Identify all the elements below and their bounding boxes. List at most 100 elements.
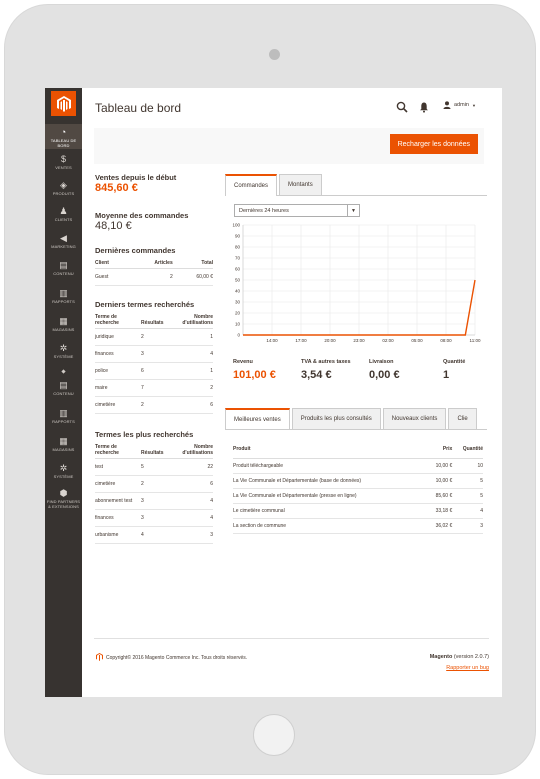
total-quantity: Quantité 1 [443,359,466,381]
bar-chart-icon: ▥ [59,288,68,298]
tablet-frame: ◔ TABLEAU DE BORD $ VENTES ◈ PRODUITS ♟ … [4,4,536,775]
tab-bestsellers[interactable]: Meilleures ventes [225,408,290,429]
bestsellers-table: Produit Prix Quantité Produit télécharge… [233,444,483,534]
box-icon: ⬢ [59,488,68,498]
sidebar-item-stores-2[interactable]: ▦ MAGASINS [45,436,82,452]
bell-icon[interactable] [419,101,429,113]
last-search-title: Derniers termes recherchés [95,300,195,309]
table-row[interactable]: urbanisme 4 3 [95,526,213,544]
version-info: Magento (version 2.0.7) [430,654,489,660]
table-row[interactable]: finances 3 4 [95,509,213,527]
period-select[interactable]: Dernières 24 heures ▼ [234,204,360,217]
page-title: Tableau de bord [95,101,182,115]
chevron-down-icon: ▼ [347,205,359,216]
sidebar-item-dashboard[interactable]: ◔ TABLEAU DE BORD [45,124,82,149]
sidebar-item-marketing[interactable]: ◀ MARKETING [45,233,82,249]
y-tick-label: 80 [235,245,241,250]
y-tick-label: 90 [235,234,241,239]
sidebar-item-reports-2[interactable]: ▥ RAPPORTS [45,408,82,424]
x-tick-label: 20:00 [324,338,336,343]
sidebar-item-content-2[interactable]: ▤ CONTENU [45,380,82,396]
dashboard-icon: ◔ [60,127,67,137]
lifetime-sales-label: Ventes depuis le début [95,173,177,182]
table-row[interactable]: Produit téléchargeable 10,00 €10 [233,458,483,474]
col-header: Client [95,258,129,269]
table-row[interactable]: cimetière 2 6 [95,475,213,493]
orders-chart: 0 10 20 30 40 50 60 70 80 90 100 14:00 17:00 20:00 23:… [232,223,480,343]
camera-dot [269,49,280,60]
sidebar-item-reports[interactable]: ▥ RAPPORTS [45,288,82,304]
layout-icon: ▤ [59,380,68,390]
tab-new-customers[interactable]: Nouveaux clients [382,408,447,429]
table-row[interactable]: La Vie Communale et Départementale (base… [233,473,483,489]
col-header: Résultats [141,442,164,459]
col-header: Total [172,258,213,269]
average-order-value: 48,10 € [95,220,132,232]
y-tick-label: 60 [235,267,241,272]
layout-icon: ▤ [59,260,68,270]
sidebar-item-content[interactable]: ▤ CONTENU [45,260,82,276]
y-tick-label: 30 [235,300,241,305]
screen: ◔ TABLEAU DE BORD $ VENTES ◈ PRODUITS ♟ … [45,88,502,697]
col-header: Quantité [452,444,483,459]
y-tick-label: 10 [235,322,241,327]
sidebar-item-products[interactable]: ◈ PRODUITS [45,180,82,196]
tab-customers[interactable]: Clie [448,408,477,429]
table-row[interactable]: La section de commune 36,02 €3 [233,518,483,534]
table-row[interactable]: cimetière 2 6 [95,396,213,414]
chart-tabs: Commandes Montants [225,174,487,196]
y-tick-label: 20 [235,311,241,316]
table-row[interactable]: finances 3 4 [95,345,213,363]
col-header: Articles [128,258,173,269]
x-tick-label: 17:00 [295,338,307,343]
last-orders-title: Dernières commandes [95,246,176,255]
x-tick-label: 14:00 [266,338,278,343]
reload-data-button[interactable]: Recharger les données [389,134,478,154]
user-icon [443,101,451,109]
col-header: Produit [233,444,427,459]
col-header: Nombre d'utilisations [163,442,213,459]
sidebar-item-system-2[interactable]: ✲ SYSTÈME [45,463,82,479]
gear-icon: ✲ [59,343,68,353]
sidebar-item-customers[interactable]: ♟ CLIENTS [45,206,82,222]
y-tick-label: 40 [235,289,241,294]
table-row[interactable]: La Vie Communale et Départementale (pres… [233,488,483,504]
col-header: Nombre d'utilisations [163,312,213,329]
x-tick-label: 08:00 [440,338,452,343]
y-tick-label: 100 [232,223,240,228]
table-row[interactable]: police 6 1 [95,362,213,380]
dashboard-left-column: Ventes depuis le début 845,60 € Moyenne … [95,173,213,544]
x-tick-label: 05:00 [411,338,423,343]
product-tabs: Meilleures ventes Produits les plus cons… [225,408,487,430]
table-row[interactable]: abonnement test 3 4 [95,492,213,510]
report-bug-link[interactable]: Rapporter un bug [446,665,489,671]
action-bar: Recharger les données [94,128,484,164]
magento-logo[interactable] [51,91,76,116]
table-row[interactable]: juridique 2 1 [95,328,213,346]
y-tick-label: 70 [235,256,241,261]
table-row[interactable]: Guest 2 60,00 € [95,268,213,286]
tab-amounts[interactable]: Montants [279,174,322,195]
home-button[interactable] [253,714,295,756]
table-row[interactable]: maire 7 2 [95,379,213,397]
total-revenue: Revenu 101,00 € [233,359,276,381]
megaphone-icon: ◀ [60,233,67,243]
col-header: Prix [426,444,453,459]
sidebar-item-sales[interactable]: $ VENTES [45,154,82,170]
y-tick-label: 50 [235,278,241,283]
table-row[interactable]: test 5 22 [95,458,213,476]
tab-orders[interactable]: Commandes [225,174,278,196]
sidebar-item-partners[interactable]: ⬢ FIND PARTNERS & EXTENSIONS [45,488,82,509]
search-icon[interactable] [396,101,408,113]
sidebar-item-system[interactable]: ✲ SYSTÈME [45,343,82,359]
dollar-icon: $ [60,154,66,164]
tab-most-viewed[interactable]: Produits les plus consultés [291,408,381,429]
user-menu[interactable]: admin ▼ [443,101,476,109]
user-name: admin [454,102,469,108]
table-row[interactable]: Le cimetière communal 33,18 €4 [233,503,483,519]
x-tick-label: 23:00 [353,338,365,343]
store-icon: ▦ [59,316,68,326]
top-search-table: Terme de recherche Résultats Nombre d'ut… [95,442,213,544]
sidebar-item-stores[interactable]: ▦ MAGASINS [45,316,82,332]
totals-row: Revenu 101,00 € TVA & autres taxes 3,54 … [233,359,481,381]
